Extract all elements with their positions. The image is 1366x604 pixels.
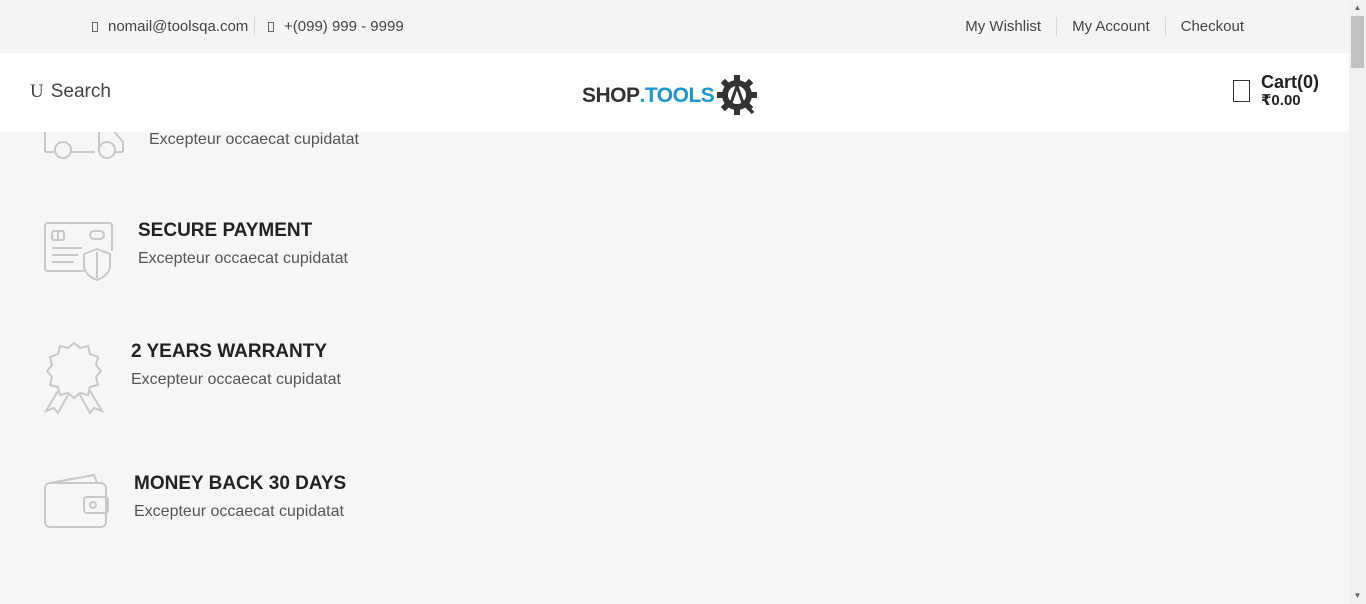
my-account-link[interactable]: My Account	[1056, 17, 1165, 36]
phone-text: +(099) 999 - 9999	[284, 18, 404, 35]
feature-desc: Excepteur occaecat cupidatat	[149, 131, 359, 148]
site-logo[interactable]: SHOP .TOOLS	[582, 73, 761, 119]
shopping-bag-icon	[1233, 79, 1250, 102]
scroll-up-arrow-icon[interactable]: ▲	[1349, 0, 1366, 16]
envelope-icon	[92, 21, 98, 32]
scroll-down-arrow-icon[interactable]: ▼	[1349, 588, 1366, 604]
logo-shop-text: SHOP	[582, 84, 640, 107]
feature-desc: Excepteur occaecat cupidatat	[134, 503, 344, 520]
feature-warranty: 2 YEARS WARRANTY Excepteur occaecat cupi…	[131, 341, 341, 389]
email-text: nomail@toolsqa.com	[108, 18, 249, 35]
logo-tools-text: .TOOLS	[639, 84, 715, 107]
email-contact[interactable]: nomail@toolsqa.com	[92, 0, 248, 53]
wallet-icon	[44, 473, 109, 528]
top-links: My Wishlist My Account Checkout	[950, 0, 1259, 53]
feature-title: 2 YEARS WARRANTY	[131, 341, 328, 362]
contact-divider	[254, 17, 255, 36]
top-bar: nomail@toolsqa.com +(099) 999 - 9999 My …	[0, 0, 1349, 53]
ribbon-badge-icon	[44, 341, 105, 415]
feature-desc: Excepteur occaecat cupidatat	[131, 371, 341, 388]
search-label: Search	[50, 81, 111, 102]
page-scrollbar[interactable]: ▲ ▼	[1349, 0, 1366, 604]
scrollbar-thumb[interactable]	[1351, 16, 1364, 68]
site-header: U Search SHOP .TOOLS Cart(0) ₹0.00	[0, 53, 1349, 132]
phone-contact[interactable]: +(099) 999 - 9999	[268, 0, 404, 53]
cart-count: Cart(0)	[1261, 72, 1320, 92]
feature-desc: Excepteur occaecat cupidatat	[138, 250, 348, 267]
search-button[interactable]: U Search	[30, 81, 111, 103]
cart-button[interactable]: Cart(0) ₹0.00	[1233, 72, 1319, 109]
feature-money-back: MONEY BACK 30 DAYS Excepteur occaecat cu…	[134, 473, 346, 521]
card-shield-icon	[44, 222, 113, 282]
feature-free-shipping: Excepteur occaecat cupidatat	[149, 131, 359, 149]
search-icon: U	[30, 81, 44, 102]
phone-icon	[268, 21, 274, 32]
gear-logo-icon	[717, 75, 758, 115]
feature-title: MONEY BACK 30 DAYS	[134, 473, 347, 494]
wishlist-link[interactable]: My Wishlist	[950, 17, 1056, 36]
feature-title: SECURE PAYMENT	[138, 220, 313, 241]
cart-total: ₹0.00	[1261, 92, 1301, 109]
feature-secure-payment: SECURE PAYMENT Excepteur occaecat cupida…	[138, 220, 348, 268]
checkout-link[interactable]: Checkout	[1164, 17, 1259, 36]
